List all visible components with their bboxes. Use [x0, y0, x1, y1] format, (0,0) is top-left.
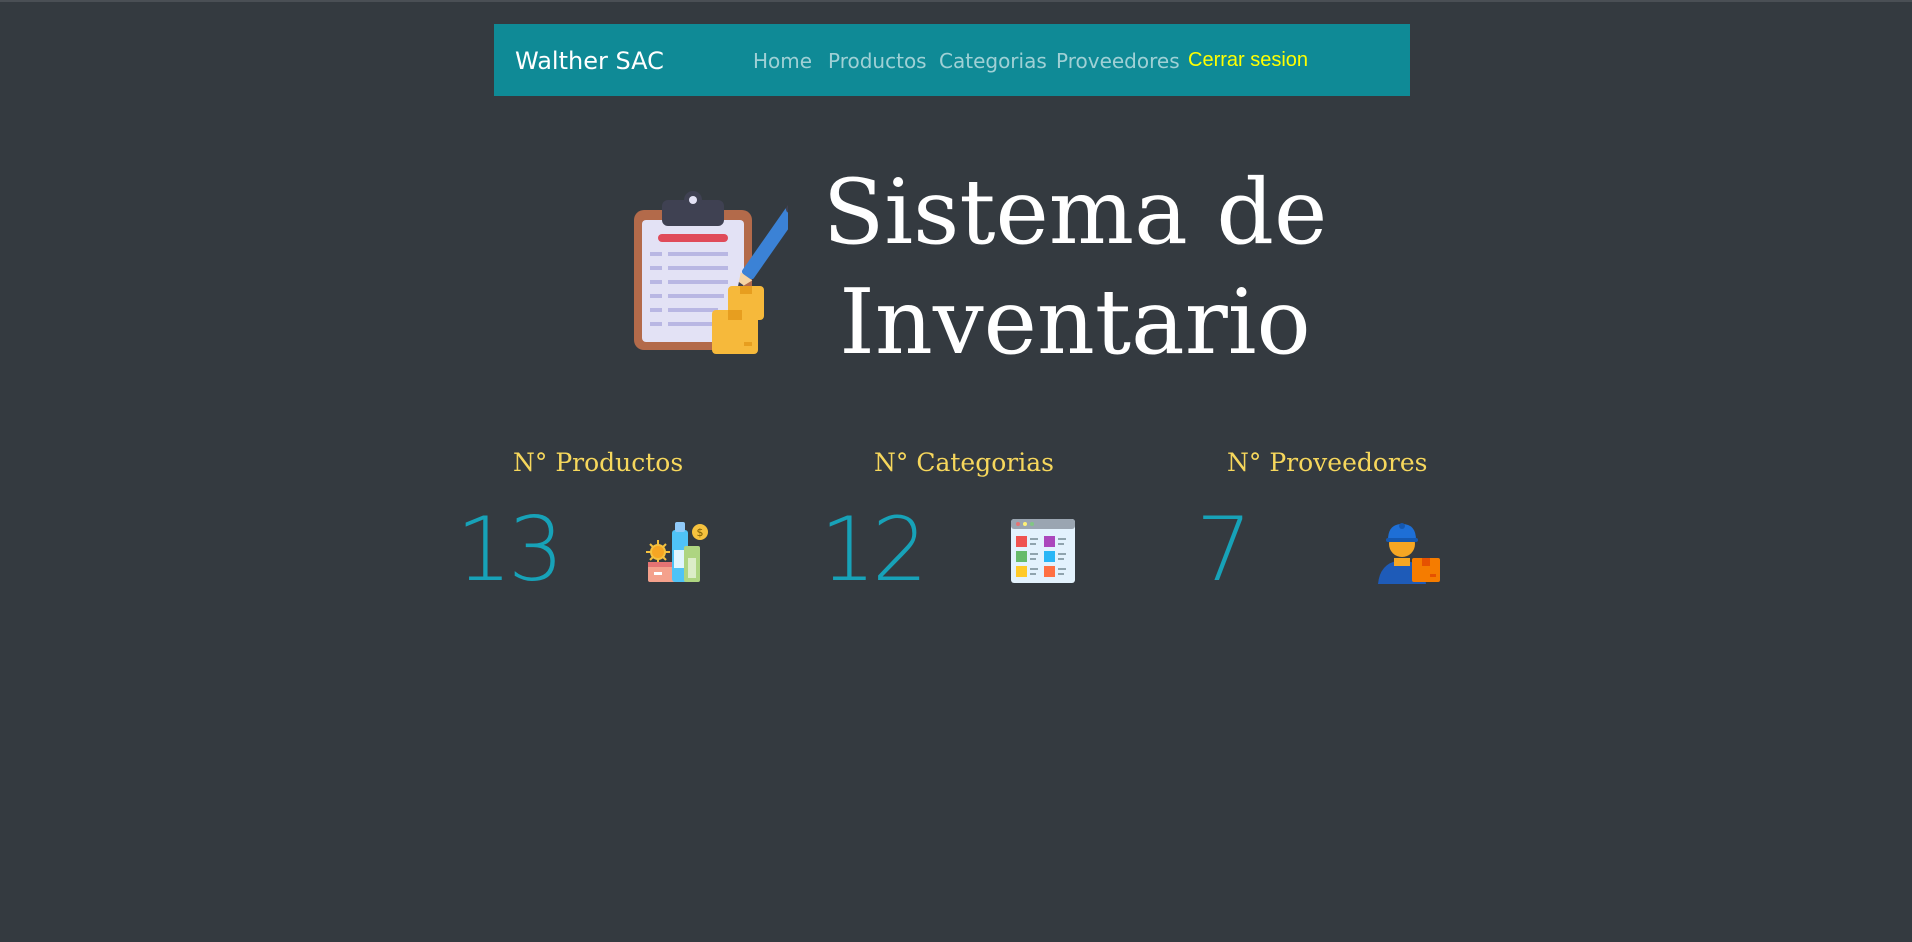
- logout-link[interactable]: Cerrar sesion: [1188, 24, 1308, 96]
- nav-link-categorias[interactable]: Categorias: [939, 24, 1047, 96]
- stat-label-productos: N° Productos: [513, 448, 684, 477]
- svg-text:$: $: [697, 526, 704, 539]
- stat-label-categorias: N° Categorias: [874, 448, 1054, 477]
- window-top-border: [0, 0, 1912, 2]
- page-title-line-2: Inventario: [839, 270, 1311, 375]
- page-title-line-1: Sistema de: [822, 160, 1328, 265]
- categories-grid-icon: [1011, 519, 1075, 583]
- nav-link-productos[interactable]: Productos: [828, 24, 927, 96]
- products-icon: $: [646, 522, 708, 582]
- page-title: Sistema de Inventario: [800, 158, 1350, 378]
- stat-label-proveedores: N° Proveedores: [1227, 448, 1428, 477]
- navbar: Walther SAC Home Productos Categorias Pr…: [494, 24, 1410, 96]
- supplier-worker-icon: [1378, 523, 1440, 584]
- nav-link-home[interactable]: Home: [753, 24, 812, 96]
- stat-value-proveedores: 7: [1196, 498, 1252, 601]
- brand-link[interactable]: Walther SAC: [515, 24, 664, 96]
- stat-value-categorias: 12: [820, 498, 928, 601]
- clipboard-inventory-icon: [634, 191, 788, 354]
- nav-link-proveedores[interactable]: Proveedores: [1056, 24, 1180, 96]
- stat-value-productos: 13: [456, 498, 564, 601]
